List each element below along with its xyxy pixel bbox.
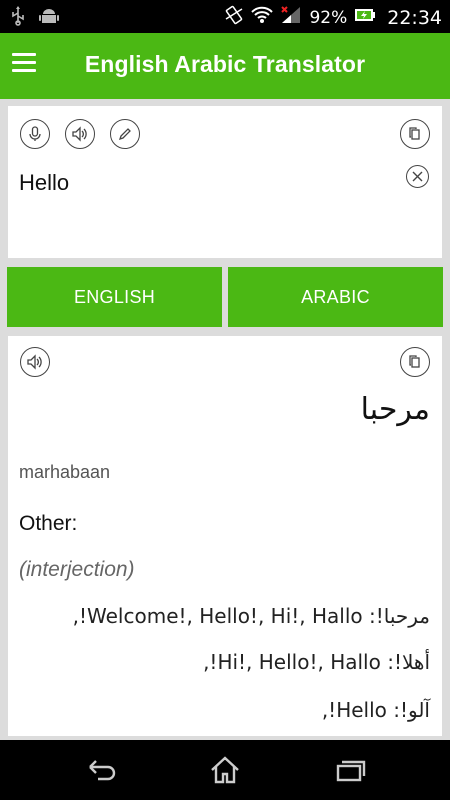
alternative-translation: أهلا!: Hi!, Hello!, Hallo!, [203, 650, 430, 674]
microphone-icon[interactable] [20, 119, 50, 149]
part-of-speech-label: (interjection) [19, 558, 135, 581]
battery-charging-icon [354, 7, 376, 28]
speaker-icon[interactable] [65, 119, 95, 149]
wifi-icon [251, 6, 274, 29]
navigation-bar [0, 740, 450, 800]
transliteration-text: marhabaan [19, 462, 111, 482]
speaker-icon[interactable] [20, 347, 50, 377]
back-icon[interactable] [84, 754, 120, 786]
source-language-button[interactable]: ENGLISH [7, 267, 222, 327]
copy-icon[interactable] [400, 119, 430, 149]
result-card: مرحبا marhabaan Other: (interjection) مر… [8, 336, 442, 736]
pencil-icon[interactable] [110, 119, 140, 149]
recent-apps-icon[interactable] [332, 754, 368, 786]
app-title: English Arabic Translator [84, 51, 366, 77]
translation-text: مرحبا [360, 392, 430, 427]
copy-icon[interactable] [400, 347, 430, 377]
clear-icon[interactable] [406, 165, 429, 188]
usb-icon [10, 6, 26, 31]
home-icon[interactable] [207, 754, 243, 786]
input-card: Hello [8, 106, 442, 258]
android-icon [38, 6, 60, 31]
signal-icon [280, 5, 302, 30]
vibrate-icon [224, 5, 244, 30]
alternative-translation: مرحبا!: Welcome!, Hello!, Hi!, Hallo!, [72, 604, 430, 628]
status-bar: 92% 22:34 [0, 0, 450, 33]
battery-percent: 92% [309, 7, 348, 28]
source-text-input[interactable]: Hello [19, 170, 69, 196]
other-label: Other: [19, 512, 78, 535]
clock: 22:34 [387, 6, 442, 29]
target-language-button[interactable]: ARABIC [228, 267, 443, 327]
app-toolbar: English Arabic Translator [0, 33, 450, 99]
alternative-translation: آلو!: Hello!, [321, 698, 430, 722]
